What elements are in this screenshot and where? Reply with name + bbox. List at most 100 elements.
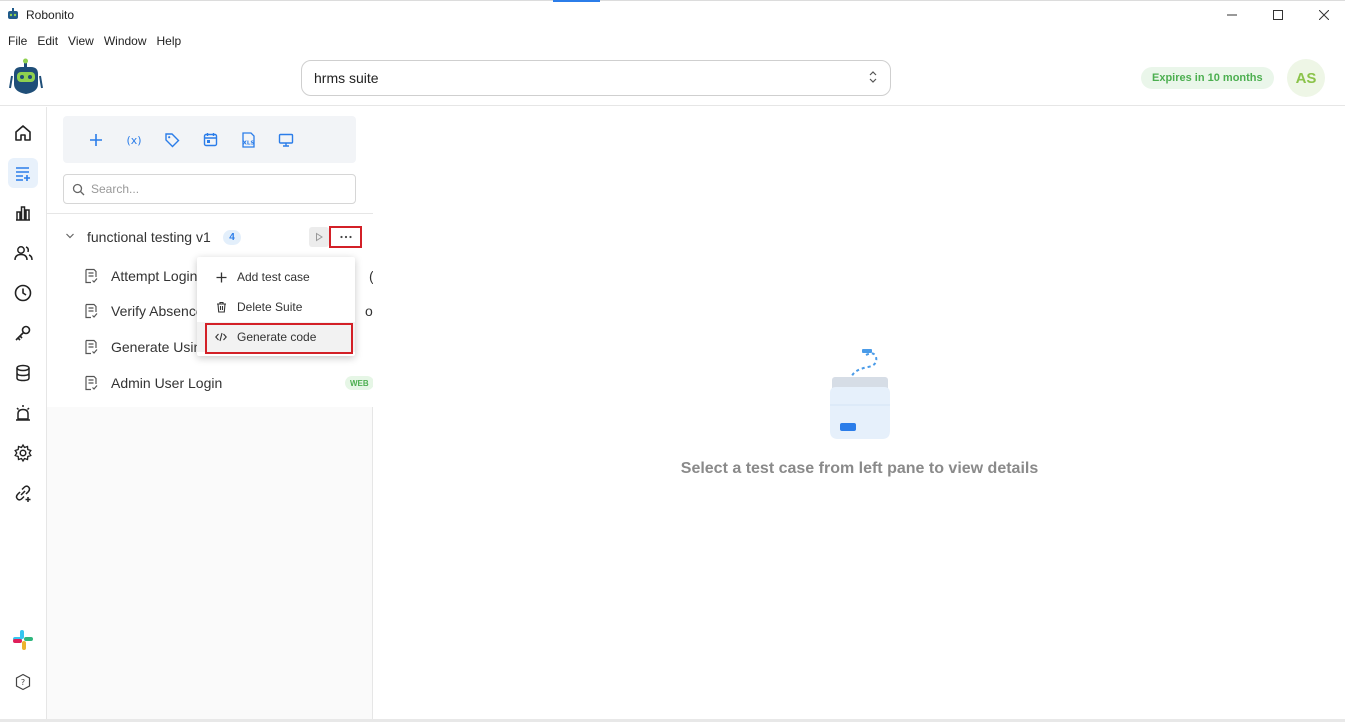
test-case-name: Generate Usin bbox=[111, 339, 202, 355]
add-icon bbox=[90, 133, 102, 146]
tags-button[interactable] bbox=[153, 125, 191, 155]
test-case-icon bbox=[85, 268, 98, 284]
menu-view[interactable]: View bbox=[64, 34, 98, 48]
svg-text:?: ? bbox=[21, 678, 25, 687]
test-list-icon bbox=[16, 167, 30, 181]
plus-icon bbox=[215, 271, 227, 283]
integration-icon bbox=[15, 485, 31, 502]
window-title: Robonito bbox=[26, 8, 75, 22]
robonito-logo-icon[interactable] bbox=[8, 58, 44, 98]
schedule-button[interactable] bbox=[191, 125, 229, 155]
ellipsis-icon bbox=[339, 235, 352, 239]
title-bar: Robonito bbox=[0, 0, 1345, 30]
test-case-name-trailing: (D bbox=[369, 268, 373, 284]
database-icon bbox=[16, 364, 30, 382]
bar-chart-icon bbox=[16, 206, 30, 221]
nav-history[interactable] bbox=[8, 278, 38, 308]
title-bar-border bbox=[0, 0, 1345, 1]
variable-icon: (x) bbox=[126, 134, 141, 147]
test-case-icon bbox=[85, 375, 98, 391]
excel-icon: XLS bbox=[241, 131, 255, 148]
menu-window[interactable]: Window bbox=[100, 34, 151, 48]
test-case-icon bbox=[85, 303, 98, 319]
empty-folder-illustration bbox=[830, 349, 890, 439]
menu-generate-code[interactable]: Generate code bbox=[197, 322, 355, 354]
home-icon bbox=[15, 125, 31, 141]
menu-delete-suite[interactable]: Delete Suite bbox=[197, 292, 355, 322]
search-input[interactable] bbox=[91, 182, 331, 196]
menu-bar: File Edit View Window Help bbox=[0, 30, 187, 52]
search-field[interactable] bbox=[63, 174, 356, 204]
suite-selector[interactable]: hrms suite bbox=[301, 60, 891, 96]
empty-state-message: Select a test case from left pane to vie… bbox=[680, 460, 1039, 477]
svg-text:XLS: XLS bbox=[242, 140, 254, 146]
svg-text:(x): (x) bbox=[126, 134, 141, 147]
menu-item-label: Generate code bbox=[237, 330, 317, 344]
main-content: Select a test case from left pane to vie… bbox=[374, 107, 1345, 719]
close-button[interactable] bbox=[1301, 0, 1345, 30]
import-excel-button[interactable]: XLS bbox=[229, 125, 267, 155]
test-case-icon bbox=[85, 339, 98, 355]
menu-item-label: Add test case bbox=[237, 270, 310, 284]
nav-users[interactable] bbox=[8, 238, 38, 268]
nav-help[interactable]: ? bbox=[8, 667, 38, 697]
nav-slack[interactable] bbox=[8, 625, 38, 655]
chevron-updown-icon bbox=[869, 71, 877, 83]
settings-icon bbox=[14, 443, 32, 463]
panel-divider bbox=[47, 213, 373, 214]
title-bar-accent bbox=[553, 0, 600, 2]
app-header: hrms suite Expires in 10 months AS bbox=[0, 52, 1345, 106]
suite-panel: (x) XLS functional testing v1 4 Attem bbox=[47, 107, 373, 719]
trash-icon bbox=[215, 301, 227, 313]
nav-reports[interactable] bbox=[8, 198, 38, 228]
variables-button[interactable]: (x) bbox=[115, 125, 153, 155]
clock-icon bbox=[14, 284, 32, 302]
menu-file[interactable]: File bbox=[4, 34, 31, 48]
play-icon bbox=[316, 232, 323, 242]
minimize-button[interactable] bbox=[1209, 0, 1255, 30]
app-logo-icon bbox=[8, 8, 18, 19]
help-icon: ? bbox=[15, 673, 31, 691]
platform-badge: WEB bbox=[345, 376, 373, 390]
test-case-name: Attempt Login bbox=[111, 268, 198, 284]
slack-icon bbox=[13, 630, 33, 650]
code-icon bbox=[215, 331, 227, 343]
maximize-icon bbox=[1273, 10, 1283, 20]
suite-context-menu: Add test case Delete Suite Generate code bbox=[197, 257, 355, 356]
suite-more-button[interactable] bbox=[329, 226, 362, 248]
suite-selector-value: hrms suite bbox=[314, 70, 379, 86]
suite-toolbar: (x) XLS bbox=[63, 116, 356, 163]
key-icon bbox=[15, 325, 31, 341]
calendar-icon bbox=[203, 133, 217, 147]
add-suite-button[interactable] bbox=[77, 125, 115, 155]
nav-sidebar: ? bbox=[0, 107, 47, 719]
nav-settings[interactable] bbox=[8, 438, 38, 468]
users-icon bbox=[14, 246, 33, 261]
nav-secrets[interactable] bbox=[8, 318, 38, 348]
menu-help[interactable]: Help bbox=[153, 34, 186, 48]
nav-home[interactable] bbox=[8, 118, 38, 148]
user-avatar[interactable]: AS bbox=[1287, 59, 1325, 97]
license-expiry-badge: Expires in 10 months bbox=[1141, 67, 1274, 89]
test-case-name: Admin User Login bbox=[111, 375, 223, 391]
menu-add-test-case[interactable]: Add test case bbox=[197, 262, 355, 292]
close-icon bbox=[1319, 10, 1329, 20]
maximize-button[interactable] bbox=[1255, 0, 1301, 30]
chevron-down-icon[interactable] bbox=[65, 231, 75, 241]
menu-edit[interactable]: Edit bbox=[33, 34, 62, 48]
run-suite-button[interactable] bbox=[309, 227, 329, 247]
menu-item-label: Delete Suite bbox=[237, 300, 303, 314]
suite-row[interactable]: functional testing v1 4 bbox=[47, 225, 373, 249]
test-case-row[interactable]: Admin User Login WEB bbox=[83, 372, 373, 394]
monitor-icon bbox=[278, 133, 294, 147]
nav-tests[interactable] bbox=[8, 158, 38, 188]
tag-icon bbox=[165, 132, 180, 147]
nav-data[interactable] bbox=[8, 358, 38, 388]
suite-name[interactable]: functional testing v1 bbox=[87, 229, 211, 245]
minimize-icon bbox=[1227, 14, 1237, 16]
test-case-name: Verify Absence bbox=[111, 303, 204, 319]
nav-alerts[interactable] bbox=[8, 398, 38, 428]
devices-button[interactable] bbox=[267, 125, 305, 155]
nav-integrations[interactable] bbox=[8, 478, 38, 508]
search-icon bbox=[72, 183, 85, 195]
